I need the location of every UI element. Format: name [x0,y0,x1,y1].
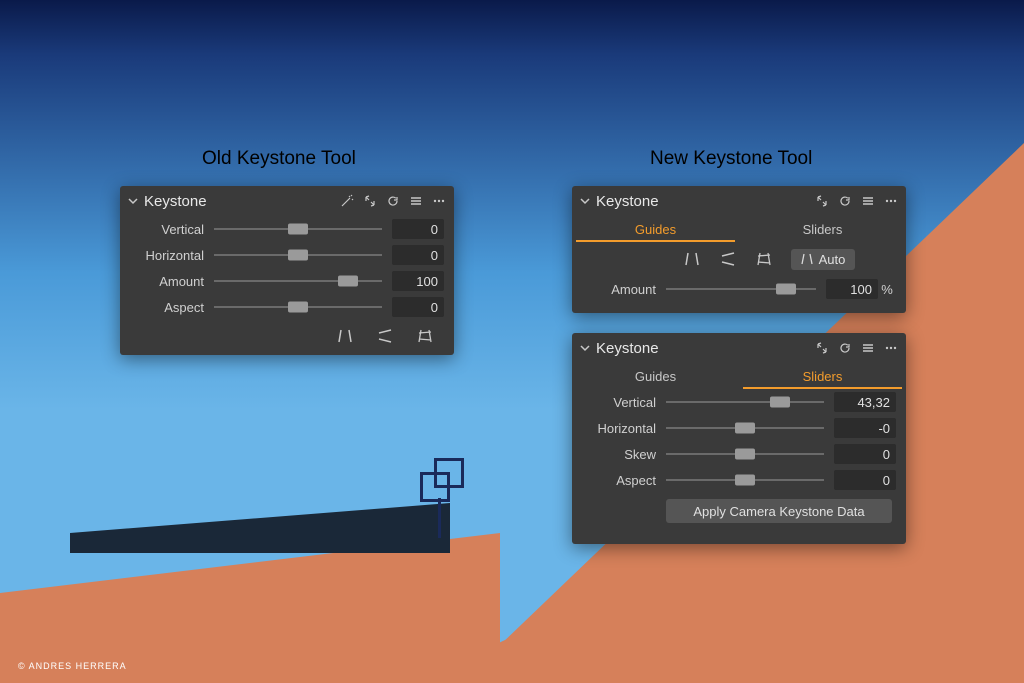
apply-camera-keystone-button[interactable]: Apply Camera Keystone Data [666,499,892,523]
value-aspect[interactable]: 0 [834,470,896,490]
keystone-horizontal-icon[interactable] [376,327,394,345]
credit-text: © ANDRES HERRERA [18,661,127,671]
slider-row-vertical: Vertical 43,32 [572,389,906,415]
chevron-down-icon[interactable] [578,341,592,355]
slider-amount[interactable] [214,274,382,288]
slider-row-horizontal: Horizontal 0 [120,242,454,268]
panel-header: Keystone [120,186,454,216]
menu-icon[interactable] [409,194,423,208]
slider-row-skew: Skew 0 [572,441,906,467]
tab-sliders[interactable]: Sliders [739,216,906,242]
slider-aspect[interactable] [214,300,382,314]
title-old: Old Keystone Tool [202,148,356,170]
keystone-vertical-icon[interactable] [683,250,701,268]
tab-guides[interactable]: Guides [572,216,739,242]
slider-row-amount: Amount 100 % [572,276,906,302]
suffix-percent: % [878,282,896,297]
slider-aspect[interactable] [666,473,824,487]
slider-vertical[interactable] [214,222,382,236]
title-new: New Keystone Tool [650,148,812,170]
chevron-down-icon[interactable] [126,194,140,208]
tabs: Guides Sliders [572,363,906,389]
menu-icon[interactable] [861,194,875,208]
slider-row-vertical: Vertical 0 [120,216,454,242]
slider-horizontal[interactable] [666,421,824,435]
panel-title: Keystone [596,340,815,357]
reset-icon[interactable] [838,194,852,208]
panel-old-keystone: Keystone Vertical 0 Horizontal 0 Amount … [120,186,454,355]
slider-label: Vertical [120,222,214,237]
tab-sliders[interactable]: Sliders [739,363,906,389]
more-icon[interactable] [884,341,898,355]
slider-label: Amount [572,282,666,297]
slider-row-horizontal: Horizontal -0 [572,415,906,441]
slider-horizontal[interactable] [214,248,382,262]
swap-icon[interactable] [815,194,829,208]
more-icon[interactable] [884,194,898,208]
background-rooftop [70,503,450,553]
panel-new-keystone-sliders: Keystone Guides Sliders Vertical 43,32 H… [572,333,906,544]
slider-row-aspect: Aspect 0 [572,467,906,493]
slider-label: Aspect [120,300,214,315]
keystone-icon-row [120,320,454,352]
slider-vertical[interactable] [666,395,824,409]
panel-header: Keystone [572,333,906,363]
value-horizontal[interactable]: -0 [834,418,896,438]
slider-label: Vertical [572,395,666,410]
swap-icon[interactable] [363,194,377,208]
slider-label: Amount [120,274,214,289]
value-amount[interactable]: 100 [826,279,878,299]
value-amount[interactable]: 100 [392,271,444,291]
slider-row-amount: Amount 100 [120,268,454,294]
value-aspect[interactable]: 0 [392,297,444,317]
slider-label: Aspect [572,473,666,488]
background-antenna [420,458,466,528]
slider-row-aspect: Aspect 0 [120,294,454,320]
panel-title: Keystone [144,193,340,210]
background: © ANDRES HERRERA Old Keystone Tool New K… [0,0,1024,683]
slider-label: Horizontal [572,421,666,436]
slider-label: Horizontal [120,248,214,263]
value-vertical[interactable]: 43,32 [834,392,896,412]
value-horizontal[interactable]: 0 [392,245,444,265]
panel-title: Keystone [596,193,815,210]
chevron-down-icon[interactable] [578,194,592,208]
value-skew[interactable]: 0 [834,444,896,464]
slider-skew[interactable] [666,447,824,461]
slider-label: Skew [572,447,666,462]
panel-header: Keystone [572,186,906,216]
reset-icon[interactable] [386,194,400,208]
menu-icon[interactable] [861,341,875,355]
magic-wand-icon[interactable] [340,194,354,208]
swap-icon[interactable] [815,341,829,355]
value-vertical[interactable]: 0 [392,219,444,239]
tabs: Guides Sliders [572,216,906,242]
auto-button-label: Auto [819,252,846,267]
keystone-vertical-icon[interactable] [336,327,354,345]
panel-new-keystone-guides: Keystone Guides Sliders Auto Amount 1 [572,186,906,313]
keystone-grid-icon[interactable] [416,327,434,345]
guides-tool-row: Auto [572,242,906,276]
more-icon[interactable] [432,194,446,208]
keystone-grid-icon[interactable] [755,250,773,268]
auto-button[interactable]: Auto [791,249,856,270]
keystone-horizontal-icon[interactable] [719,250,737,268]
reset-icon[interactable] [838,341,852,355]
tab-guides[interactable]: Guides [572,363,739,389]
slider-amount[interactable] [666,282,816,296]
